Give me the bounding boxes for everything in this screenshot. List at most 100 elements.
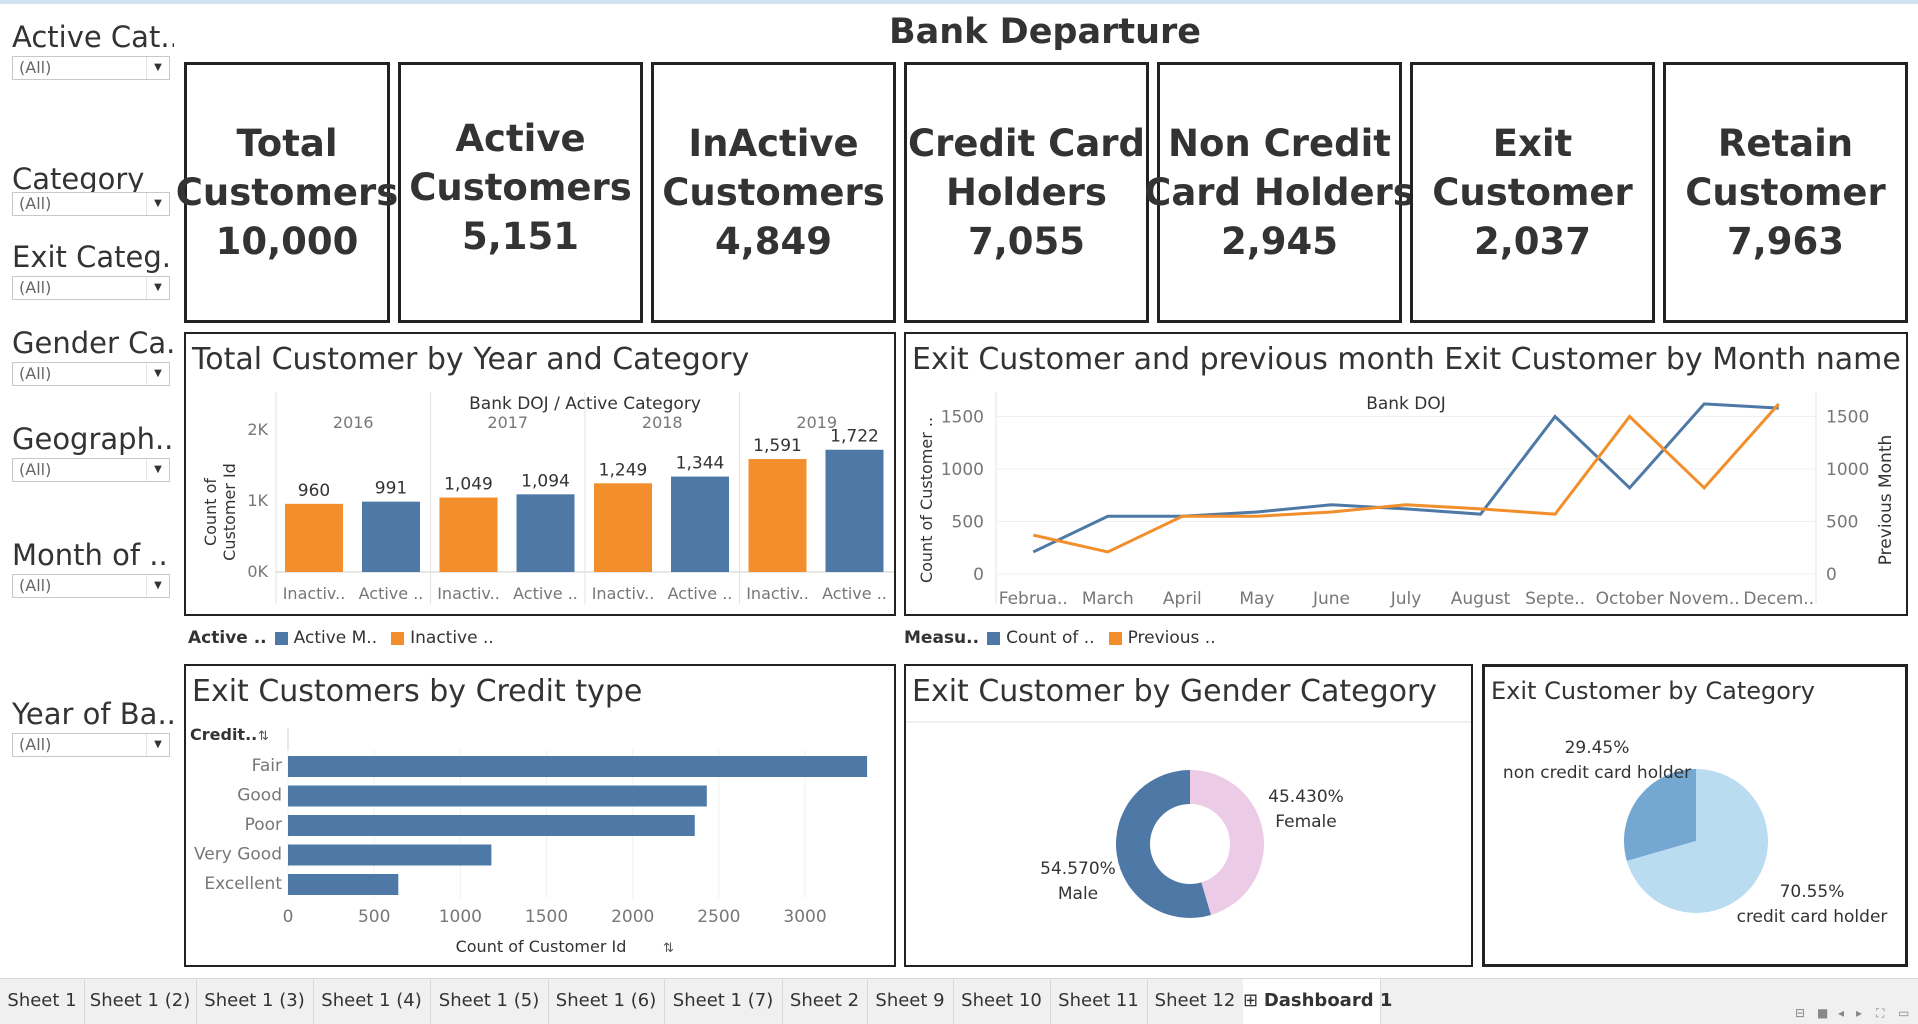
kpi-label: Customers [409,166,632,209]
filter-title: Month of .. [12,538,168,572]
panel-exit-month: Exit Customer and previous month Exit Cu… [904,332,1908,616]
year-label: 2016 [333,413,374,432]
category-label: Fair [252,756,282,776]
chevron-down-icon[interactable]: ▼ [146,575,169,597]
fit-screen-icon[interactable]: ⛶ [1876,1006,1884,1021]
chevron-down-icon[interactable]: ▼ [146,459,169,481]
bar-2017-inactive [439,497,498,572]
slice-name-label: credit card holder [1737,907,1888,927]
tab-label: Sheet 10 [961,990,1042,1011]
legend-item-count[interactable]: Count of .. [987,628,1095,648]
tab-sheet-2[interactable]: Sheet 2 [782,979,868,1024]
legend-active-category: Active .. Active M.. Inactive .. [188,628,508,648]
tab-sheet-12[interactable]: Sheet 12 [1147,979,1244,1024]
filter-dropdown[interactable]: (All) ▼ [12,458,170,482]
tab-sheet-11[interactable]: Sheet 11 [1050,979,1148,1024]
tab-nav-grid-icon[interactable]: ■ [1817,1006,1828,1020]
bar-poor [288,815,695,836]
sheet-tab-bar: Sheet 1 Sheet 1 (2) Sheet 1 (3) Sheet 1 (4)… [0,978,1918,1024]
x-tick-label: 1500 [525,907,568,927]
filter-dropdown[interactable]: (All) ▼ [12,192,170,216]
chevron-down-icon[interactable]: ▼ [146,57,169,79]
legend-item-active[interactable]: Active M.. [274,628,377,648]
tab-sheet-1-5[interactable]: Sheet 1 (5) [430,979,549,1024]
tab-nav-prev-icon[interactable]: ◂ [1838,1006,1844,1020]
legend-swatch [987,631,1001,645]
tab-dashboard-1[interactable]: ⊞ Dashboard 1 [1243,979,1392,1024]
line-series-count [1032,402,1779,554]
tab-label: Sheet 1 (7) [672,990,774,1011]
chevron-down-icon[interactable]: ▼ [146,277,169,299]
x-tick-label: Active .. [359,584,424,603]
y-tick-label-right: 1500 [1826,408,1869,428]
y-axis-label-left: Count of Customer .. [917,417,936,583]
tab-nav-first-icon[interactable]: ⊟ [1795,1006,1805,1020]
line-series-previous [1032,402,1780,554]
tab-sheet-1-7[interactable]: Sheet 1 (7) [664,979,783,1024]
chevron-down-icon[interactable]: ▼ [146,734,169,756]
tab-sheet-1-6[interactable]: Sheet 1 (6) [548,979,665,1024]
kpi-label: Non Credit [1168,122,1391,165]
y-tick-label: 0K [247,562,268,581]
tab-sheet-1-4[interactable]: Sheet 1 (4) [313,979,431,1024]
slice-pct-label: 45.430% [1268,787,1344,807]
tab-nav-next-icon[interactable]: ▸ [1856,1006,1862,1020]
slice-pct-label: 70.55% [1780,882,1845,902]
bar-2016-inactive [285,503,343,572]
chevron-down-icon[interactable]: ▼ [146,193,169,215]
x-tick-label: July [1390,589,1422,609]
x-tick-label: Inactiv.. [437,584,500,603]
x-tick-label: 1000 [439,907,482,927]
slice-pct-label: 29.45% [1565,738,1630,758]
legend-swatch [274,631,288,645]
tab-sheet-1[interactable]: Sheet 1 [0,979,85,1024]
y-tick-label-right: 1000 [1826,460,1869,480]
x-tick-label: 3000 [783,907,826,927]
filter-title: Year of Ba.. [12,697,174,731]
slice-name-label: non credit card holder [1503,763,1691,783]
filter-dropdown[interactable]: (All) ▼ [12,276,170,300]
kpi-label: Active [455,117,586,160]
tab-sheet-1-3[interactable]: Sheet 1 (3) [196,979,314,1024]
filter-geography: Geograph.. (All) ▼ [12,422,174,482]
filter-dropdown[interactable]: (All) ▼ [12,362,170,386]
x-tick-label: Inactiv.. [592,584,655,603]
x-tick-label: 2000 [611,907,654,927]
bar-value-label: 991 [375,479,407,499]
dashboard-title: Bank Departure [888,12,1202,52]
tab-label: Sheet 9 [875,990,945,1011]
present-icon[interactable]: ▭ [1898,1006,1909,1020]
filter-dropdown[interactable]: (All) ▼ [12,733,170,757]
bar-2018-inactive [594,483,652,572]
x-tick-label: Inactiv.. [746,584,809,603]
tab-sheet-1-2[interactable]: Sheet 1 (2) [84,979,197,1024]
filter-dropdown[interactable]: (All) ▼ [12,574,170,598]
y-tick-label-left: 1000 [941,460,984,480]
legend-title: Active .. [188,628,267,648]
filter-category: Category (All) ▼ [12,162,174,216]
legend-item-inactive[interactable]: Inactive .. [391,628,494,648]
tab-label: Sheet 12 [1154,990,1236,1011]
kpi-label: Retain [1717,122,1854,165]
filter-title: Gender Ca.. [12,326,174,360]
year-label: 2017 [487,413,528,432]
filter-dropdown[interactable]: (All) ▼ [12,56,170,80]
tab-label: Sheet 1 (6) [555,990,657,1011]
tab-label: Sheet 1 (3) [204,990,305,1011]
tab-sheet-9[interactable]: Sheet 9 [867,979,954,1024]
legend-item-previous[interactable]: Previous .. [1108,628,1216,648]
x-tick-label: Novem.. [1669,589,1740,609]
x-tick-label: October [1596,589,1664,609]
y-axis-label: Count ofCustomer Id [201,463,239,561]
kpi-label: Customer [1685,171,1886,214]
y-tick-label: 1K [247,491,268,510]
tab-sheet-10[interactable]: Sheet 10 [953,979,1051,1024]
bar-2019-inactive [748,459,807,572]
chevron-down-icon[interactable]: ▼ [146,363,169,385]
bar-fair [288,756,868,777]
legend-swatch [1108,631,1122,645]
panel-year-category: Total Customer by Year and Category Bank… [184,332,896,616]
filter-title: Category [12,162,145,196]
x-tick-label: March [1082,589,1134,609]
x-tick-label: 500 [358,907,390,927]
